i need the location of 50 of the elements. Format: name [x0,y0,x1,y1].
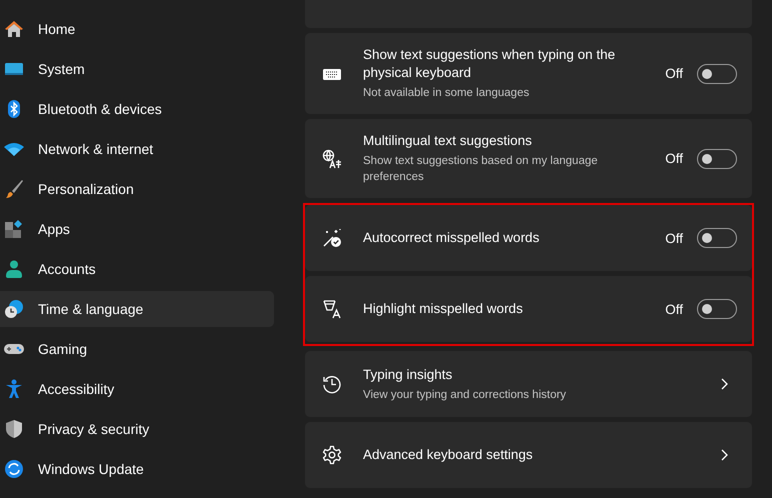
setting-title: Multilingual text suggestions [363,132,533,150]
setting-description: Show text suggestions based on my language preferences [363,154,599,185]
setting-title: Autocorrect misspelled words [363,229,540,247]
sidebar-item[interactable]: Privacy & security [0,411,274,447]
refresh-icon [4,459,24,479]
setting-title: Show text suggestions when typing on the physical keyboard [363,46,616,82]
toggle-state-label: Off [665,151,683,166]
sidebar-item[interactable]: Home [0,11,274,47]
sidebar-item[interactable]: Network & internet [0,131,274,167]
toggle-switch[interactable] [697,64,737,84]
sidebar-item[interactable]: Accessibility [0,371,274,407]
sidebar-item[interactable]: Personalization [0,171,274,207]
history-icon [322,374,342,394]
settings-card[interactable]: Show text suggestions when typing on the physical keyboard Not available in some languages Off [305,33,752,114]
highlight-text-icon [322,299,342,319]
person-icon [4,259,24,279]
sidebar-item[interactable]: Bluetooth & devices [0,91,274,127]
toggle-switch[interactable] [697,148,737,168]
toggle-switch[interactable] [697,228,737,248]
sidebar-item[interactable]: Accounts [0,251,274,287]
setting-description: Not available in some languages [363,86,530,101]
settings-icon [322,445,342,465]
setting-description: View your typing and corrections history [363,388,568,402]
sidebar-item[interactable]: Apps [0,211,274,247]
shield-icon [4,419,24,439]
globe-clock-icon [4,299,24,319]
settings-card[interactable]: Typing insights View your typing and corrections history [305,351,752,417]
toggle-state-label: Off [665,230,683,246]
settings-card[interactable]: Multilingual text suggestions Show text suggestions based on my language preferences Off [305,119,752,198]
paintbrush-icon [4,179,24,199]
chevron-right-icon [719,377,729,391]
settings-card[interactable]: Highlight misspelled words Off [305,276,752,342]
chevron-right-icon [719,448,729,462]
setting-title: Highlight misspelled words [363,300,524,318]
toggle-switch[interactable] [697,299,737,319]
setting-title: Advanced keyboard settings [363,446,534,464]
settings-card[interactable]: Autocorrect misspelled words Off [305,205,752,271]
language-icon [322,148,342,168]
sidebar-item[interactable]: System [0,51,274,87]
sidebar-item[interactable]: Time & language [0,291,274,327]
sidebar-item[interactable]: Gaming [0,331,274,367]
sidebar-item[interactable]: Windows Update [0,451,274,487]
wand-check-icon [322,228,342,248]
setting-title: Typing insights [363,366,454,384]
apps-icon [4,219,24,239]
accessibility-icon [4,379,24,399]
house-icon [4,19,24,39]
toggle-state-label: Off [665,66,683,81]
toggle-state-label: Off [665,302,683,316]
settings-card[interactable]: Advanced keyboard settings [305,422,752,488]
